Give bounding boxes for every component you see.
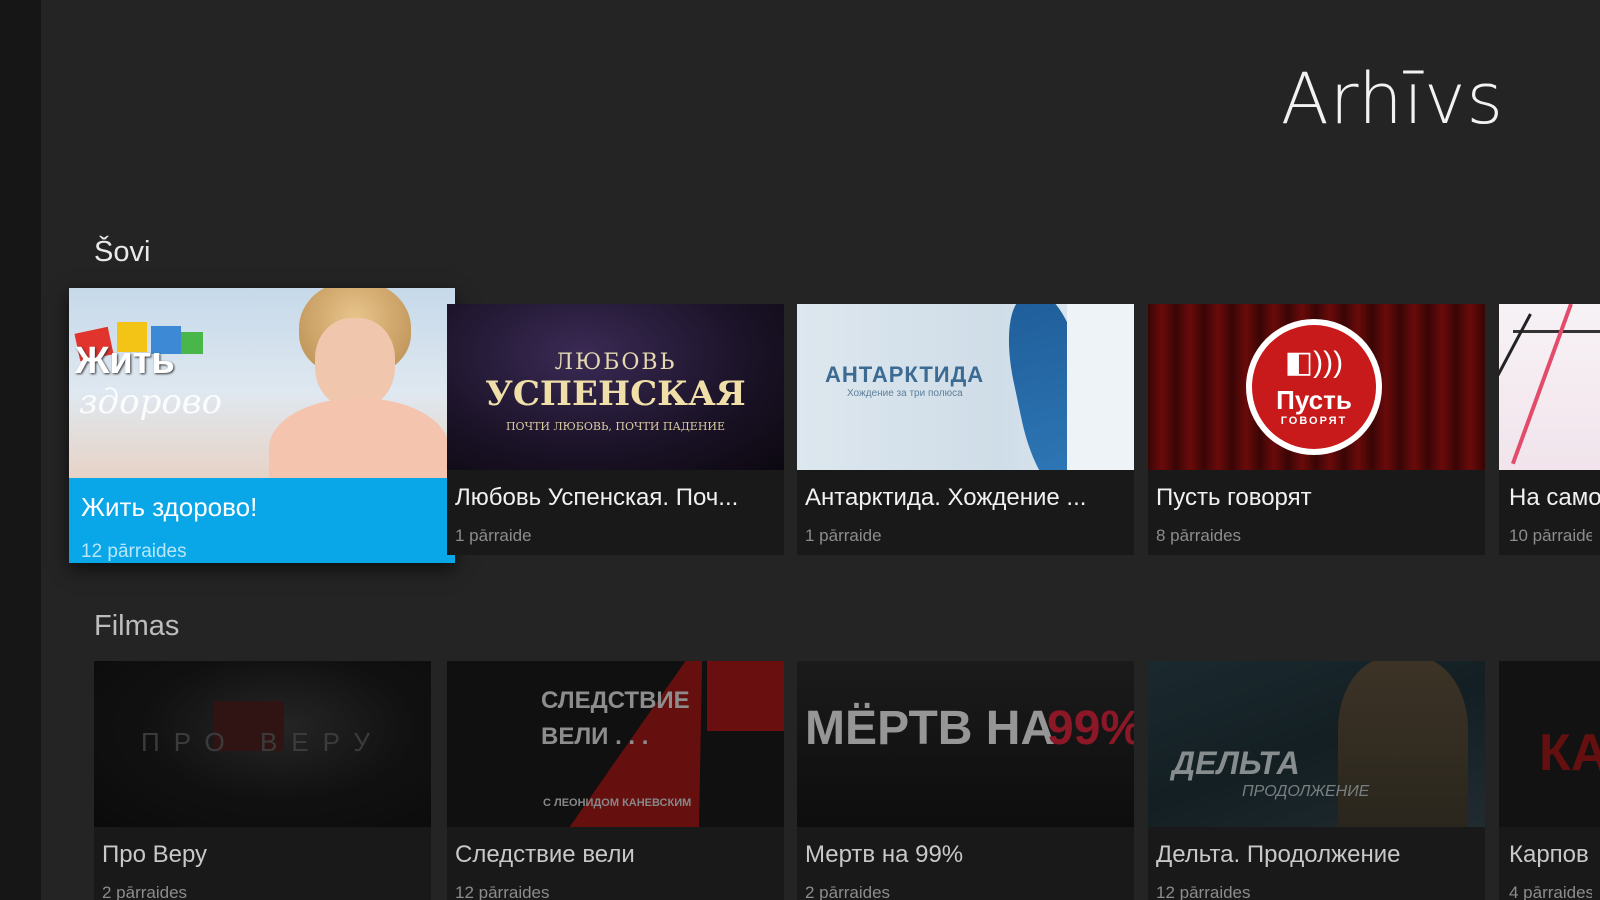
card-mertv-na-99[interactable]: МЁРТВ НА 99% Мертв на 99% 2 pārraides [797,661,1134,900]
card-episode-count: 2 pārraides [805,883,891,900]
art-line2: УСПЕНСКАЯ [485,374,746,414]
card-episode-count: 8 pārraides [1156,526,1242,545]
card-episode-count: 1 pārraide [455,526,532,545]
art-line1: ДЕЛЬТА [1172,745,1300,781]
art-line3: С ЛЕОНИДОМ КАНЕВСКИМ [543,797,692,809]
show-logo-script: здорово [79,382,223,422]
art-line2: ГОВОРЯТ [1280,415,1348,427]
card-title: Жить здорово! [81,492,258,522]
card-episode-count: 10 pārraides [1509,526,1592,545]
card-episode-count: 4 pārraides [1509,883,1592,900]
card-karpov[interactable]: КА Карпов 4 pārraides [1499,661,1600,900]
card-thumbnail [1499,304,1600,470]
card-title: Дельта. Продолжение [1156,841,1401,868]
card-thumbnail: МЁРТВ НА 99% [797,661,1134,827]
art-line2: ПРОДОЛЖЕНИЕ [1242,783,1370,800]
art-line1: СЛЕДСТВИЕ [541,687,690,714]
card-title: Любовь Успенская. Поч... [455,484,739,511]
card-pro-veru[interactable]: ПРО ВЕРУ Про Веру 2 pārraides [94,661,431,900]
card-episode-count: 12 pārraides [81,541,187,562]
card-sledstvie-veli[interactable]: СЛЕДСТВИЕ ВЕЛИ . . . С ЛЕОНИДОМ КАНЕВСКИ… [447,661,784,900]
card-thumbnail: ДЕЛЬТА ПРОДОЛЖЕНИЕ [1148,661,1485,827]
card-delta-prodolzhenie[interactable]: ДЕЛЬТА ПРОДОЛЖЕНИЕ Дельта. Продолжение 1… [1148,661,1485,900]
card-pust-govoryat[interactable]: ◧))) Пусть ГОВОРЯТ Пусть говорят 8 pārra… [1148,304,1485,555]
card-thumbnail: ПРО ВЕРУ [94,661,431,827]
side-nav-rail[interactable] [0,0,41,900]
art-line1: Пусть [1276,385,1352,415]
art-line2: ВЕЛИ . . . [541,723,649,750]
card-lyubov-uspenskaya[interactable]: ЛЮБОВЬ УСПЕНСКАЯ ПОЧТИ ЛЮБОВЬ, ПОЧТИ ПАД… [447,304,784,555]
art-line2: Хождение за три полюса [847,388,963,399]
presenter-image [269,288,449,478]
page-title: Arhīvs [1280,58,1504,140]
card-title: Антарктида. Хождение ... [805,484,1087,511]
card-title: Пусть говорят [1156,484,1312,511]
card-episode-count: 1 pārraide [805,526,882,545]
art-line1: ПРО ВЕРУ [141,727,384,757]
art-line1: МЁРТВ НА [805,702,1056,755]
card-thumbnail: Жить здорово [69,288,455,478]
speaker-icon: ◧))) [1284,346,1344,379]
card-zhit-zdorovo[interactable]: Жить здорово Жить здорово! 12 pārraides [69,288,455,563]
card-thumbnail: СЛЕДСТВИЕ ВЕЛИ . . . С ЛЕОНИДОМ КАНЕВСКИ… [447,661,784,827]
card-title: Про Веру [102,841,208,868]
show-logo-text: Жить [75,340,175,382]
card-title: На самом деле [1509,484,1600,511]
art-line2: 99% [1047,702,1134,755]
row-title-shows: Šovi [94,236,151,268]
card-thumbnail: АНТАРКТИДА Хождение за три полюса [797,304,1134,470]
card-episode-count: 12 pārraides [1156,883,1251,900]
card-title: Карпов [1509,841,1589,868]
pust-govoryat-logo: ◧))) Пусть ГОВОРЯТ [1246,319,1382,455]
art-line3: ПОЧТИ ЛЮБОВЬ, ПОЧТИ ПАДЕНИЕ [505,420,726,433]
card-episode-count: 2 pārraides [102,883,188,900]
row-title-films: Filmas [94,610,180,642]
card-na-samom-dele[interactable]: На самом деле 10 pārraides [1499,304,1600,555]
art-line1: ЛЮБОВЬ [554,350,677,375]
card-title: Мертв на 99% [805,841,964,868]
card-episode-count: 12 pārraides [455,883,550,900]
card-thumbnail: ◧))) Пусть ГОВОРЯТ [1148,304,1485,470]
card-antarktida[interactable]: АНТАРКТИДА Хождение за три полюса Антарк… [797,304,1134,555]
card-thumbnail: ЛЮБОВЬ УСПЕНСКАЯ ПОЧТИ ЛЮБОВЬ, ПОЧТИ ПАД… [447,304,784,470]
card-thumbnail: КА [1499,661,1600,827]
card-title: Следствие вели [455,841,635,868]
art-line1: КА [1539,724,1600,782]
art-line1: АНТАРКТИДА [825,362,985,387]
